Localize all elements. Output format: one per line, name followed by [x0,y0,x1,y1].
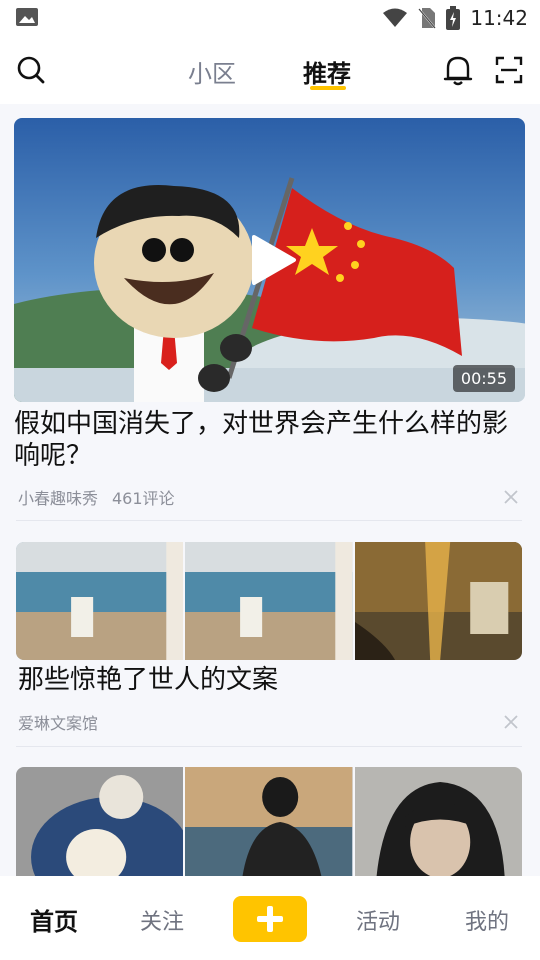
scan-button[interactable] [491,52,527,88]
plus-icon [257,906,283,932]
add-post-button[interactable] [233,896,307,942]
feed[interactable]: 00:55 假如中国消失了，对世界会产生什么样的影响呢？ 小春趣味秀 461评论 [0,104,540,876]
bottom-nav: 首页 关注 活动 我的 [0,876,540,960]
close-icon[interactable] [502,488,520,506]
notification-button[interactable] [440,52,476,88]
post-author[interactable]: 爱琳文案馆 [18,710,98,734]
scan-icon [495,56,523,84]
nav-profile[interactable]: 我的 [465,904,509,936]
nav-activity[interactable]: 活动 [356,904,400,936]
divider [16,520,522,521]
search-button[interactable] [13,52,49,88]
search-icon [17,56,45,84]
status-bar: 11:42 [0,0,540,36]
divider [16,746,522,747]
active-tab-indicator [310,86,346,90]
gallery-icon [16,8,38,26]
video-thumbnail[interactable]: 00:55 [14,118,525,402]
tab-community[interactable]: 小区 [188,54,236,89]
top-bar: 小区 推荐 [0,36,540,104]
post-image[interactable] [16,767,184,876]
video-duration: 00:55 [452,365,515,392]
play-icon[interactable] [246,233,298,287]
tab-recommend[interactable]: 推荐 [303,54,351,89]
nav-follow[interactable]: 关注 [140,904,184,936]
bell-icon [443,56,473,86]
post-image[interactable] [185,767,353,876]
post-comment-count: 461评论 [112,489,175,508]
battery-charging-icon [446,6,461,30]
image-grid[interactable] [16,542,522,660]
close-icon[interactable] [502,713,520,731]
no-sim-icon [418,8,437,29]
post-author[interactable]: 小春趣味秀 [18,485,98,509]
nav-home[interactable]: 首页 [30,902,78,937]
status-time: 11:42 [470,6,528,30]
post-image[interactable] [16,542,184,660]
wifi-icon [383,8,408,27]
image-grid[interactable] [16,767,522,876]
post-title[interactable]: 假如中国消失了，对世界会产生什么样的影响呢？ [14,408,514,472]
post-image[interactable] [354,542,522,660]
post-image[interactable] [185,542,353,660]
post-image[interactable] [354,767,522,876]
post-title[interactable]: 那些惊艳了世人的文案 [18,664,518,696]
